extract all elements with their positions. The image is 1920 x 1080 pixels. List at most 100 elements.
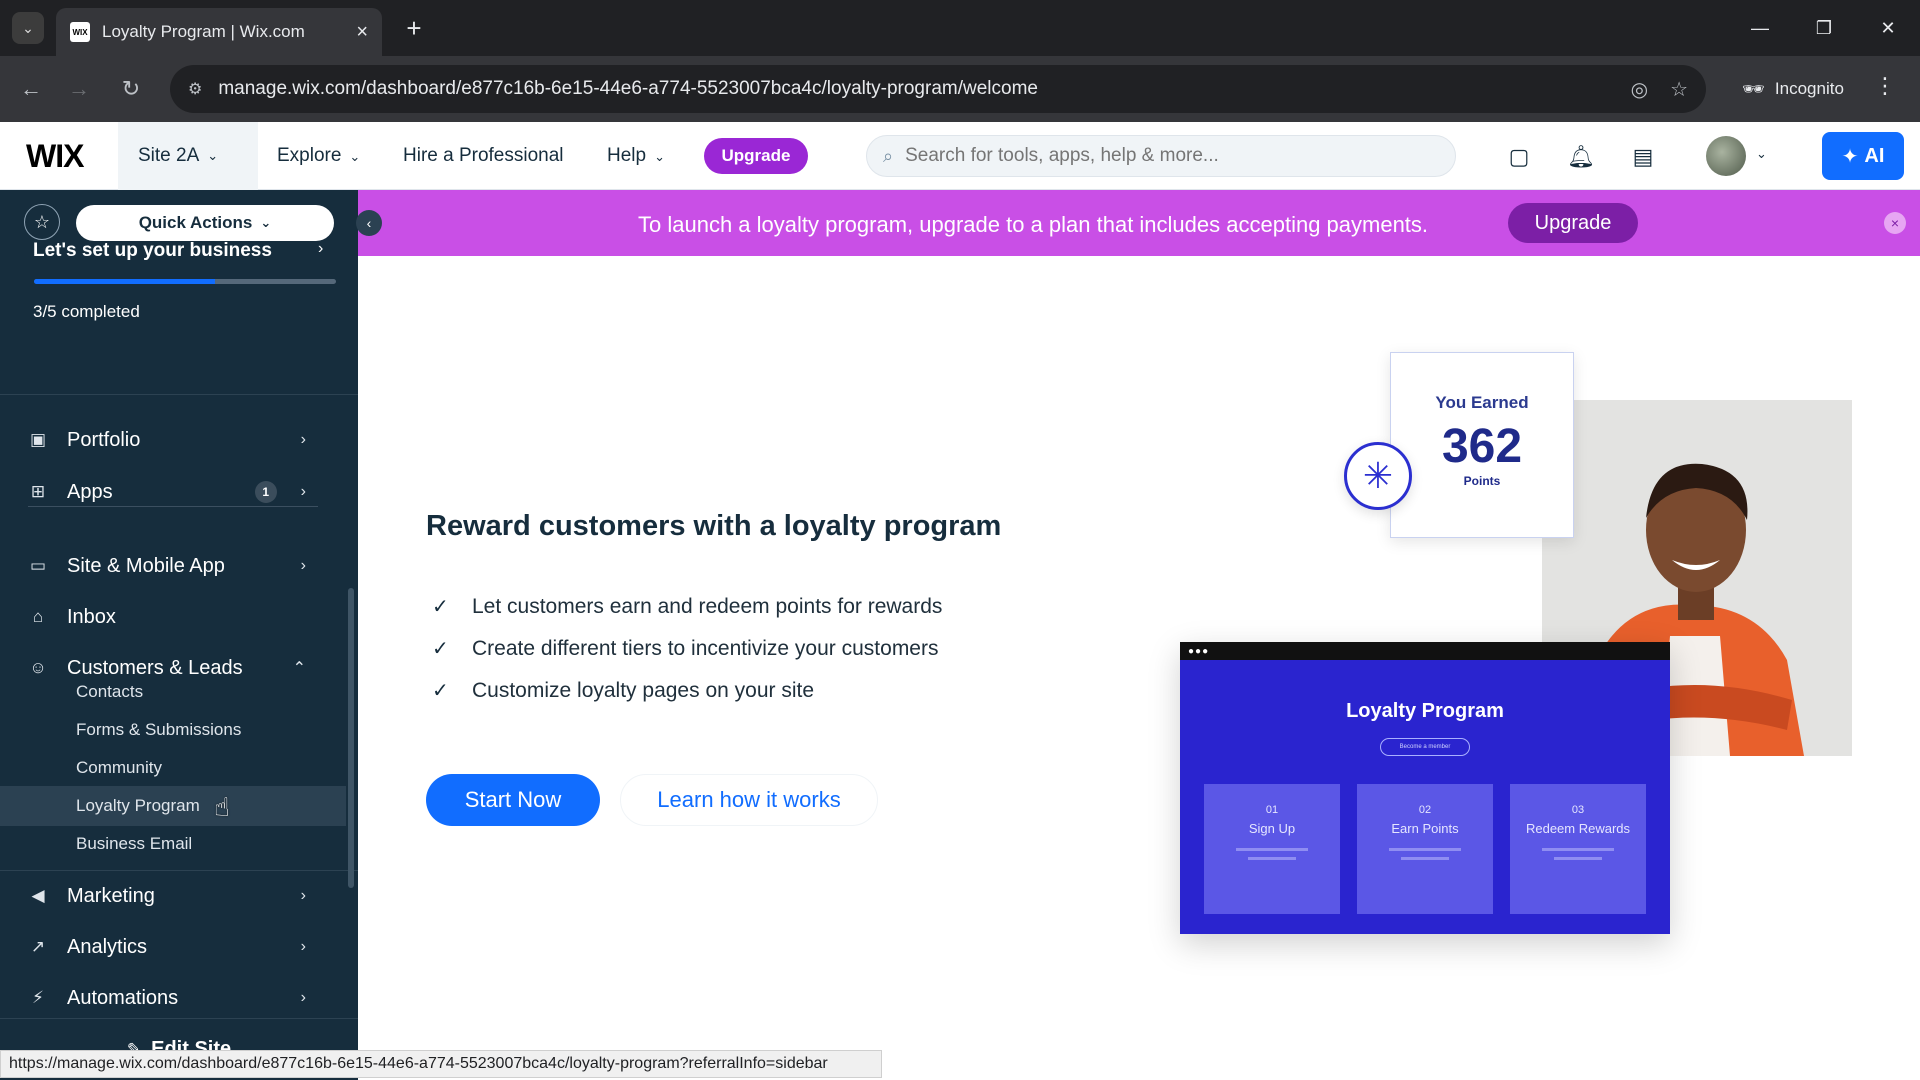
divider [0, 870, 358, 871]
chevron-right-icon: › [300, 431, 306, 448]
divider [0, 394, 358, 395]
sidebar-subitem-loyalty-program[interactable]: Loyalty Program [76, 796, 200, 816]
banner-upgrade-button[interactable]: Upgrade [1508, 203, 1638, 243]
address-bar[interactable]: ⚙ manage.wix.com/dashboard/e877c16b-6e15… [170, 65, 1706, 113]
sidebar-item-inbox[interactable]: ⌂ Inbox [0, 595, 350, 639]
minimize-icon[interactable]: — [1740, 10, 1780, 46]
nav-explore[interactable]: Explore ⌄ [277, 145, 360, 167]
chevron-right-icon: › [300, 887, 306, 904]
divider [28, 506, 318, 507]
notifications-bell-icon[interactable]: 🔔︎ [1566, 142, 1596, 172]
wix-top-bar: WIX Site 2A ⌄ Explore ⌄ Hire a Profession… [0, 122, 1920, 190]
checkmark-icon: ✓ [432, 596, 449, 618]
site-name: Site 2A [138, 145, 200, 166]
browser-toolbar: ← → ↻ ⚙ manage.wix.com/dashboard/e877c16… [0, 56, 1920, 122]
page-title: Reward customers with a loyalty program [426, 510, 1002, 542]
window-close-icon[interactable]: ✕ [1868, 10, 1908, 46]
megaphone-icon: ◀ [31, 886, 45, 905]
checkmark-icon: ✓ [432, 638, 449, 660]
news-feed-icon[interactable]: ▤ [1628, 142, 1658, 172]
learn-how-it-works-button[interactable]: Learn how it works [620, 774, 878, 826]
search-input[interactable] [905, 145, 1439, 167]
site-mobile-icon: ▭ [29, 556, 47, 575]
nav-hire-professional[interactable]: Hire a Professional [403, 145, 564, 167]
chevron-down-icon: ⌄ [654, 149, 665, 164]
setup-card[interactable]: Let's set up your business › 3/5 complet… [0, 210, 358, 340]
site-selector[interactable]: Site 2A ⌄ [118, 122, 258, 190]
earned-label: You Earned [1435, 393, 1529, 412]
feature-item: ✓ Create different tiers to incentivize … [432, 636, 939, 661]
wix-favicon-icon: WIX [70, 22, 90, 42]
ai-assistant-button[interactable]: ✦ AI [1822, 132, 1904, 180]
reload-icon[interactable]: ↻ [114, 72, 148, 106]
preview-step: 02 Earn Points [1357, 784, 1493, 914]
browser-tab[interactable]: WIX Loyalty Program | Wix.com × [56, 8, 382, 56]
sidebar-item-marketing[interactable]: ◀ Marketing › [0, 874, 350, 918]
upgrade-button[interactable]: Upgrade [704, 138, 808, 174]
sidebar-subitem-business-email[interactable]: Business Email [76, 834, 192, 854]
preview-step: 03 Redeem Rewards [1510, 784, 1646, 914]
sidebar-item-customers-leads[interactable]: ☺ Customers & Leads ⌃ [0, 646, 350, 690]
chat-icon[interactable]: ▢ [1504, 142, 1534, 172]
back-icon[interactable]: ← [14, 72, 48, 106]
automations-icon: ⚡ [32, 988, 44, 1007]
chevron-right-icon: › [300, 938, 306, 955]
bookmark-star-icon[interactable]: ☆ [1670, 77, 1688, 102]
feature-item: ✓ Customize loyalty pages on your site [432, 678, 814, 703]
banner-text: To launch a loyalty program, upgrade to … [638, 212, 1429, 237]
sidebar-item-analytics[interactable]: ↗ Analytics › [0, 925, 350, 969]
chevron-down-icon: ⌄ [207, 148, 219, 163]
upgrade-banner: To launch a loyalty program, upgrade to … [358, 190, 1920, 256]
apps-icon: ⊞ [30, 482, 46, 501]
chevron-right-icon: › [300, 483, 306, 500]
points-earned-card: You Earned 362 Points [1390, 352, 1574, 538]
earned-unit: Points [1463, 474, 1501, 488]
link-hover-status: https://manage.wix.com/dashboard/e877c16… [0, 1050, 882, 1078]
start-now-button[interactable]: Start Now [426, 774, 600, 826]
preview-step: 01 Sign Up [1204, 784, 1340, 914]
customers-icon: ☺ [29, 658, 47, 677]
chevron-down-icon[interactable]: ⌄ [1756, 146, 1767, 162]
search-icon: ⌕ [883, 145, 894, 166]
feature-item: ✓ Let customers earn and redeem points f… [432, 594, 943, 619]
sidebar-scrollbar[interactable] [348, 588, 354, 888]
tab-title: Loyalty Program | Wix.com [102, 22, 305, 41]
loyalty-program-preview: ●●● Loyalty Program Become a member 01 S… [1180, 642, 1670, 934]
restore-icon[interactable]: ❐ [1804, 10, 1844, 46]
browser-menu-icon[interactable]: ⋮ [1874, 73, 1896, 99]
sidebar-subitem-contacts[interactable]: Contacts [76, 682, 143, 702]
asterisk-star-icon: ✳ [1344, 442, 1412, 510]
sidebar-subitem-community[interactable]: Community [76, 758, 162, 778]
incognito-icon: 🕶 [1742, 78, 1765, 99]
tab-search-icon[interactable]: ⌄ [12, 12, 44, 44]
sidebar-item-apps[interactable]: ⊞ Apps 1 › [0, 470, 350, 514]
banner-close-icon[interactable]: × [1884, 212, 1906, 234]
sidebar-subitem-forms[interactable]: Forms & Submissions [76, 720, 241, 740]
eye-off-icon[interactable]: ◎ [1631, 77, 1648, 102]
search-bar[interactable]: ⌕ [866, 135, 1456, 177]
forward-icon[interactable]: → [62, 72, 96, 106]
sidebar: ☆ Quick Actions ⌄ Let's set up your busi… [0, 190, 358, 1080]
incognito-indicator[interactable]: 🕶 Incognito [1724, 65, 1862, 113]
new-tab-icon[interactable]: + [398, 12, 430, 44]
setup-title: Let's set up your business [33, 240, 272, 261]
sidebar-item-portfolio[interactable]: ▣ Portfolio › [0, 418, 350, 462]
incognito-label: Incognito [1774, 79, 1844, 98]
avatar[interactable] [1706, 136, 1746, 176]
wix-logo[interactable]: WIX [26, 138, 84, 175]
chevron-down-icon: ⌄ [349, 149, 361, 164]
nav-help[interactable]: Help ⌄ [607, 145, 665, 167]
chevron-up-icon: ⌃ [292, 660, 306, 677]
sidebar-item-site-mobile-app[interactable]: ▭ Site & Mobile App › [0, 544, 350, 588]
sidebar-item-automations[interactable]: ⚡ Automations › [0, 976, 350, 1020]
chevron-right-icon: › [300, 989, 306, 1006]
earned-points-value: 362 [1441, 420, 1523, 473]
browser-tab-bar: ⌄ WIX Loyalty Program | Wix.com × + — ❐ … [0, 0, 1920, 56]
chevron-right-icon: › [300, 557, 306, 574]
collapse-sidebar-icon[interactable]: ‹ [356, 210, 382, 236]
window-dots-icon: ●●● [1188, 646, 1210, 657]
url-text[interactable]: manage.wix.com/dashboard/e877c16b-6e15-4… [218, 78, 1608, 100]
tab-close-icon[interactable]: × [356, 21, 368, 44]
site-settings-icon[interactable]: ⚙ [188, 79, 202, 99]
setup-progress-bar [34, 279, 336, 284]
